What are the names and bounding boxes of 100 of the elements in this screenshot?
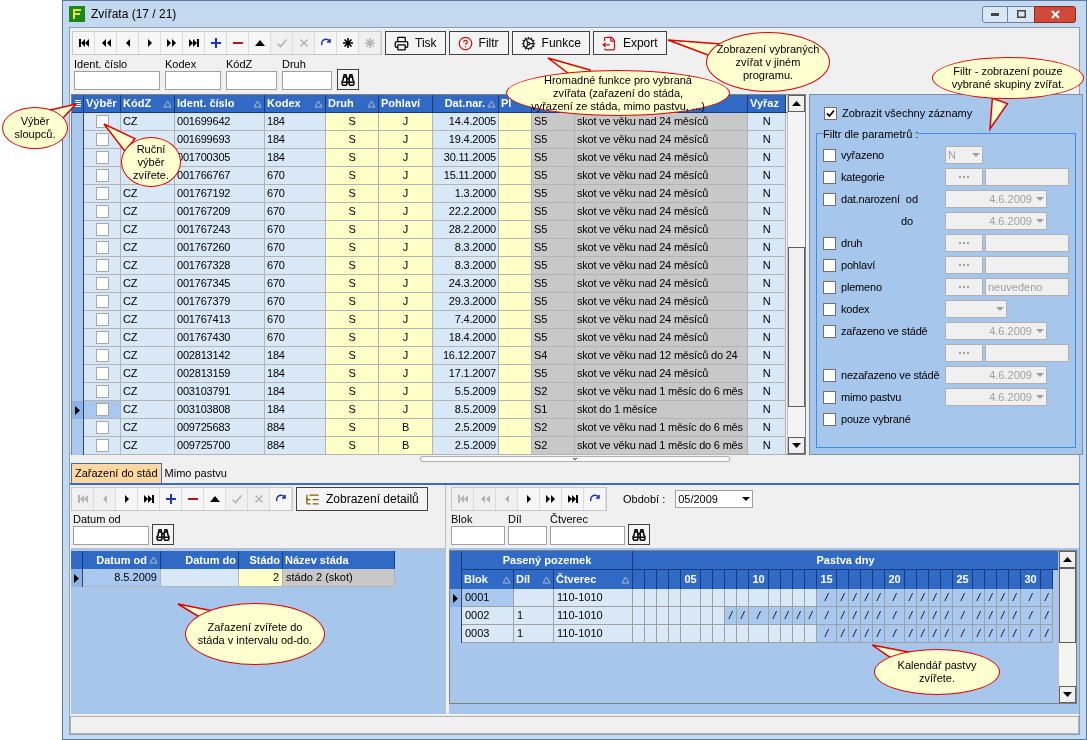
checkbox[interactable] (823, 368, 836, 382)
fast-forward-button[interactable] (161, 32, 183, 54)
search-field[interactable] (226, 71, 277, 90)
search-button[interactable] (152, 524, 174, 545)
text-field[interactable] (985, 168, 1069, 186)
checkbox[interactable] (823, 236, 836, 250)
row-indicator[interactable] (72, 401, 84, 419)
text-field[interactable] (985, 344, 1069, 362)
checkbox[interactable] (95, 277, 109, 290)
toolbar-button[interactable]: Filtr (448, 31, 509, 55)
search-field[interactable] (74, 71, 160, 90)
select-cell[interactable] (84, 257, 121, 275)
search-field[interactable] (451, 526, 505, 545)
select-cell[interactable] (84, 401, 121, 419)
select-cell[interactable] (84, 203, 121, 221)
select-cell[interactable] (84, 221, 121, 239)
search-button[interactable] (337, 69, 359, 90)
column-header[interactable]: Výběr (84, 95, 121, 112)
select-cell[interactable] (84, 311, 121, 329)
search-button[interactable] (628, 524, 650, 545)
search-field[interactable] (282, 71, 332, 90)
checkbox[interactable] (823, 390, 836, 404)
select-cell[interactable] (84, 419, 121, 437)
checkbox[interactable] (95, 403, 109, 416)
checkbox[interactable] (823, 412, 836, 426)
up-button[interactable] (249, 32, 271, 54)
rewind-button[interactable] (95, 32, 117, 54)
first-record-button[interactable] (73, 32, 95, 54)
column-header[interactable]: Vyřaz (748, 95, 786, 112)
select-cell[interactable] (84, 329, 121, 347)
row-indicator[interactable] (450, 589, 462, 607)
scrollbar-thumb[interactable] (788, 247, 805, 407)
column-header[interactable]: Datum do (161, 551, 239, 569)
close-button[interactable] (1034, 5, 1076, 23)
select-cell[interactable] (84, 347, 121, 365)
checkbox[interactable] (823, 302, 836, 316)
checkbox[interactable] (95, 259, 109, 272)
checkbox[interactable] (95, 205, 109, 218)
vertical-scrollbar[interactable] (787, 95, 805, 454)
search-field[interactable] (550, 526, 625, 545)
last-record-button[interactable] (562, 488, 584, 510)
row-indicator[interactable] (72, 437, 84, 455)
checkbox[interactable] (823, 324, 836, 338)
select-cell[interactable] (84, 293, 121, 311)
column-chooser-button[interactable] (72, 95, 84, 112)
period-dropdown[interactable]: 05/2009 (675, 490, 754, 508)
checkbox[interactable] (95, 169, 109, 182)
column-header[interactable]: Dat.nar. (433, 95, 499, 112)
select-cell[interactable] (84, 383, 121, 401)
next-button[interactable] (518, 488, 540, 510)
row-indicator[interactable] (72, 383, 84, 401)
refresh-button[interactable] (270, 488, 292, 510)
next-button[interactable] (139, 32, 161, 54)
select-cell[interactable] (84, 275, 121, 293)
next-button[interactable] (116, 488, 138, 510)
add-button[interactable] (160, 488, 182, 510)
minimize-button[interactable] (982, 5, 1008, 23)
checkbox[interactable] (823, 280, 836, 294)
checkbox[interactable] (823, 258, 836, 272)
checkbox[interactable] (95, 331, 109, 344)
column-header[interactable]: Kodex (265, 95, 326, 112)
fast-forward-button[interactable] (540, 488, 562, 510)
checkbox[interactable] (95, 349, 109, 362)
checkbox[interactable] (823, 170, 836, 184)
tab[interactable]: Mimo pastvu (161, 463, 230, 483)
checkbox[interactable] (95, 385, 109, 398)
asterisk-button[interactable] (337, 32, 359, 54)
tab[interactable]: Zařazení do stád (71, 463, 162, 483)
checkbox[interactable] (95, 439, 109, 452)
checkbox[interactable] (95, 241, 109, 254)
checkbox[interactable] (95, 295, 109, 308)
select-cell[interactable] (84, 437, 121, 455)
checkbox[interactable] (95, 115, 109, 128)
vertical-scrollbar[interactable] (1058, 551, 1076, 703)
checkbox[interactable] (95, 367, 109, 380)
select-cell[interactable] (84, 365, 121, 383)
maximize-button[interactable] (1008, 5, 1034, 23)
checkbox[interactable] (95, 313, 109, 326)
select-cell[interactable] (84, 239, 121, 257)
toolbar-button[interactable]: Tisk (385, 31, 446, 55)
row-indicator[interactable] (450, 625, 462, 643)
toolbar-button[interactable]: Export (592, 31, 667, 55)
column-header[interactable]: Díl (514, 570, 554, 589)
checkbox[interactable] (95, 151, 109, 164)
column-header[interactable]: Pohlaví (379, 95, 433, 112)
last-record-button[interactable] (183, 32, 205, 54)
checkbox[interactable] (95, 133, 109, 146)
checkbox[interactable] (95, 187, 109, 200)
checkbox[interactable] (823, 148, 836, 162)
toolbar-button[interactable]: Funkce (511, 31, 590, 55)
delete-button[interactable] (227, 32, 249, 54)
column-header[interactable]: Druh (326, 95, 379, 112)
checkbox[interactable] (824, 106, 837, 120)
checkbox[interactable] (95, 223, 109, 236)
refresh-button[interactable] (315, 32, 337, 54)
column-header[interactable]: Stádo (239, 551, 283, 569)
row-indicator[interactable] (72, 113, 84, 131)
search-field[interactable] (508, 526, 547, 545)
search-field[interactable] (73, 526, 149, 545)
last-record-button[interactable] (138, 488, 160, 510)
